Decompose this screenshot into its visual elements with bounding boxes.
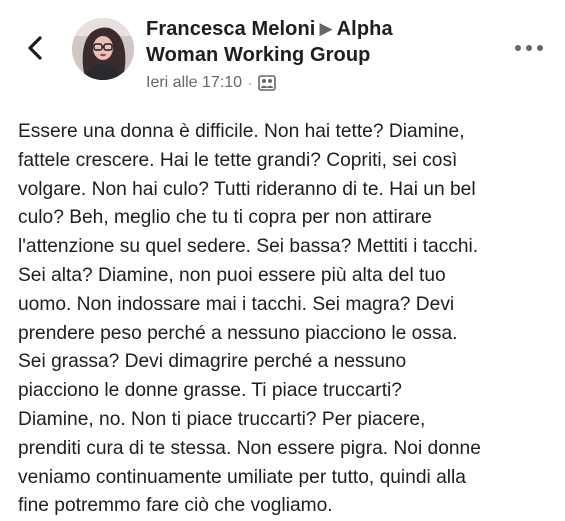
post-line: Sei grassa? Devi dimagrire perché a ness… (18, 351, 407, 373)
post-line: fattele crescere. Hai le tette grandi? C… (18, 149, 458, 171)
group-name-part-2[interactable]: Woman Working Group (146, 44, 371, 66)
post-line: volgare. Non hai culo? Tutti rideranno d… (18, 178, 476, 200)
post-line: veniamo continuamente umiliate per tutto… (18, 466, 466, 488)
post-title: Francesca Meloni ▶ Alpha Woman Working Gro… (146, 16, 476, 93)
more-horizontal-icon (515, 45, 543, 51)
post-line: culo? Beh, meglio che tu ti copra per no… (18, 207, 432, 229)
post-line: piacciono le donne grasse. Ti piace truc… (18, 380, 402, 402)
post-meta: Ieri alle 17:10 · (146, 73, 476, 93)
post-line: Diamine, no. Non ti piace truccarti? Per… (18, 408, 426, 430)
post-line: l'attenzione su quel sedere. Sei bassa? … (18, 236, 479, 258)
group-members-icon (258, 75, 276, 91)
post-line: uomo. Non indossare mai i tacchi. Sei ma… (18, 293, 455, 315)
post-header: Francesca Meloni ▶ Alpha Woman Working Gro… (0, 0, 565, 110)
timestamp[interactable]: Ieri alle 17:10 (146, 74, 242, 92)
post-body: Essere una donna è difficile. Non hai te… (18, 118, 553, 521)
back-button[interactable] (22, 34, 50, 62)
meta-separator: · (248, 76, 253, 90)
post-line: fine potremmo fare ciò che vogliamo. (18, 495, 333, 517)
title-line-1: Francesca Meloni ▶ Alpha (146, 16, 476, 42)
avatar-image (72, 18, 134, 80)
author-name[interactable]: Francesca Meloni (146, 18, 315, 40)
more-options-button[interactable] (512, 40, 546, 56)
title-line-2: Woman Working Group (146, 42, 476, 68)
triangle-right-icon: ▶ (319, 19, 333, 38)
group-name-part-1[interactable]: Alpha (337, 18, 393, 40)
post-line: prenditi cura di te stessa. Non essere p… (18, 437, 481, 459)
post-line: prendere peso perché a nessuno piacciono… (18, 322, 458, 344)
avatar[interactable] (72, 18, 134, 80)
chevron-left-icon (28, 36, 42, 60)
post-line: Essere una donna è difficile. Non hai te… (18, 121, 465, 142)
post-line: Sei alta? Diamine, non puoi essere più a… (18, 264, 446, 286)
